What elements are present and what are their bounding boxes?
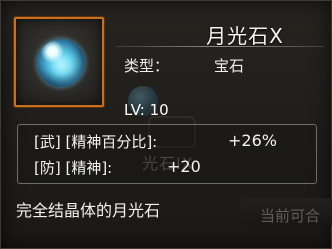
item-icon-slot[interactable] (14, 17, 104, 107)
stat-value-spirit: +20 (167, 157, 201, 176)
title-divider (116, 46, 324, 47)
background-hint-text: 当前可合 (260, 207, 321, 225)
stat-label-spirit: [防] [精神]: (34, 159, 113, 177)
item-type-label: 类型： (124, 57, 170, 75)
item-type-value: 宝石 (214, 57, 245, 75)
stat-value-spirit-percent: +26% (228, 131, 277, 150)
item-level: LV: 10 (124, 101, 169, 119)
item-description: 完全结晶体的月光石 (16, 201, 161, 220)
moonstone-gem-icon (37, 39, 85, 87)
item-name: 月光石X (206, 24, 284, 48)
item-tooltip-panel: 月光石X 类型： 宝石 LV: 10 光石IX [武] [精神百分比]: +26… (0, 0, 332, 249)
stat-label-spirit-percent: [武] [精神百分比]: (34, 133, 158, 151)
